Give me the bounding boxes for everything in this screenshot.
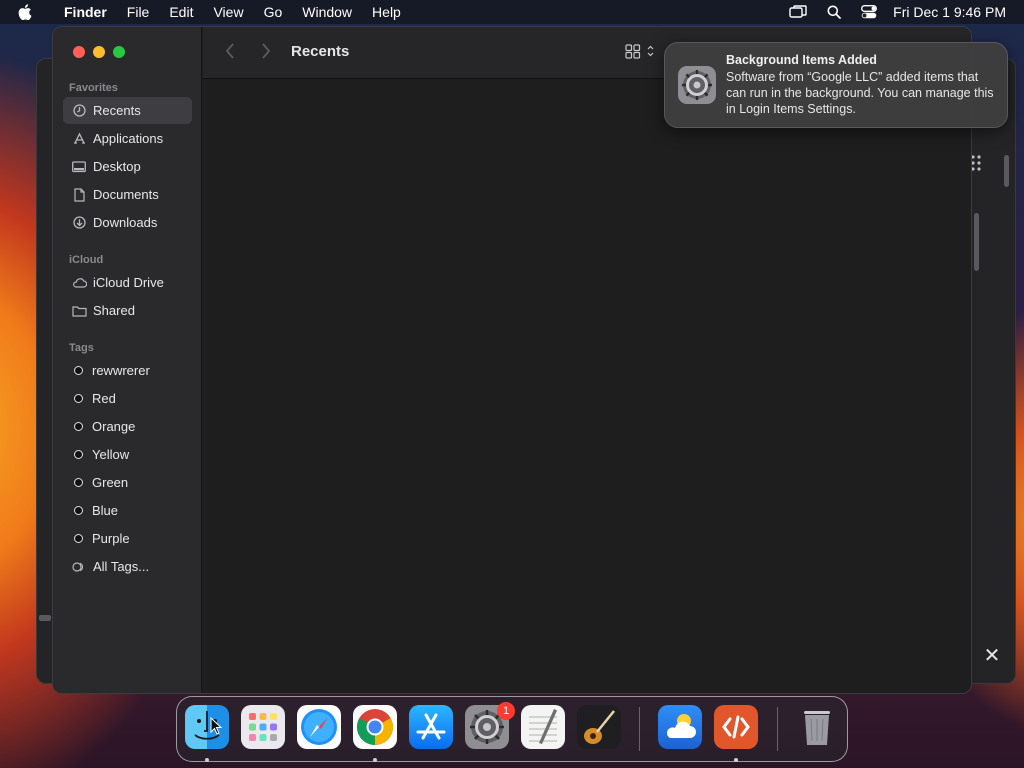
- sidebar-item-shared[interactable]: Shared: [63, 297, 192, 324]
- icloud-header: iCloud: [69, 254, 104, 266]
- remote-desktop-icon[interactable]: [714, 705, 758, 749]
- menu-window[interactable]: Window: [292, 0, 362, 24]
- notification-title: Background Items Added: [726, 53, 877, 67]
- window-edge-handle: [39, 615, 51, 621]
- sidebar-item-label: Blue: [92, 503, 119, 518]
- tag-dot-icon: [74, 366, 83, 375]
- sidebar-item-applications[interactable]: Applications: [63, 125, 192, 152]
- sidebar-item-recents[interactable]: Recents: [63, 97, 192, 124]
- close-window-button[interactable]: [73, 46, 85, 58]
- forward-chevron-icon[interactable]: [261, 42, 271, 65]
- close-icon[interactable]: ✕: [981, 645, 1003, 667]
- menu-help[interactable]: Help: [362, 0, 411, 24]
- desktop-icon: [71, 159, 87, 175]
- spotlight-search-icon[interactable]: [827, 5, 842, 19]
- sidebar-item-label: All Tags...: [93, 559, 150, 574]
- sidebar-item-label: Documents: [93, 187, 159, 202]
- cloud-icon: [71, 275, 87, 291]
- running-indicator: [734, 758, 738, 762]
- shared-folder-icon: [71, 303, 87, 319]
- menu-bar: Finder File Edit View Go Window Help Fri…: [0, 0, 1024, 24]
- finder-icon[interactable]: [185, 705, 229, 749]
- tag-dot-icon: [74, 534, 83, 543]
- tag-dot-icon: [74, 478, 83, 487]
- sidebar-item-desktop[interactable]: Desktop: [63, 153, 192, 180]
- panel-scrollbar-thumb[interactable]: [974, 213, 979, 271]
- dock-separator: [639, 707, 640, 751]
- chrome-icon[interactable]: [353, 705, 397, 749]
- safari-icon[interactable]: [297, 705, 341, 749]
- side-panel: [971, 207, 985, 607]
- tag-dot-icon: [74, 422, 83, 431]
- menu-app-name[interactable]: Finder: [54, 0, 117, 24]
- menu-clock[interactable]: Fri Dec 1 9:46 PM: [893, 4, 1006, 20]
- applications-icon: [71, 131, 87, 147]
- guitar-icon[interactable]: [577, 705, 621, 749]
- sidebar-item-label: Applications: [93, 131, 164, 146]
- sidebar-tag-red[interactable]: Red: [63, 385, 192, 412]
- sidebar-tag-blue[interactable]: Blue: [63, 497, 192, 524]
- sidebar-item-label: iCloud Drive: [93, 275, 164, 290]
- sidebar-item-downloads[interactable]: Downloads: [63, 209, 192, 236]
- sidebar-item-icloud-drive[interactable]: iCloud Drive: [63, 269, 192, 296]
- sidebar-tag-all-tags[interactable]: All Tags...: [63, 553, 192, 580]
- dock: 1: [176, 696, 848, 762]
- weather-icon[interactable]: [658, 705, 702, 749]
- back-chevron-icon[interactable]: [225, 42, 235, 65]
- window-controls: [73, 46, 133, 58]
- sidebar-tag-yellow[interactable]: Yellow: [63, 441, 192, 468]
- favorites-header: Favorites: [69, 82, 118, 94]
- sidebar-item-documents[interactable]: Documents: [63, 181, 192, 208]
- download-icon: [71, 215, 87, 231]
- menu-file[interactable]: File: [117, 0, 160, 24]
- screen-mirroring-icon[interactable]: [789, 5, 807, 19]
- document-icon: [71, 187, 87, 203]
- tag-dot-icon: [74, 506, 83, 515]
- sidebar-item-label: Green: [92, 475, 129, 490]
- view-mode-grid-icon[interactable]: [625, 43, 655, 59]
- sidebar-item-label: Desktop: [93, 159, 141, 174]
- sidebar-item-label: Red: [92, 391, 116, 406]
- textedit-icon[interactable]: [521, 705, 565, 749]
- sidebar-item-label: Purple: [92, 531, 130, 546]
- notification-badge: 1: [497, 702, 515, 720]
- sidebar-item-label: Yellow: [92, 447, 130, 462]
- launchpad-icon[interactable]: [241, 705, 285, 749]
- minimize-window-button[interactable]: [93, 46, 105, 58]
- settings-gear-icon: [677, 65, 717, 105]
- trash-icon[interactable]: [795, 705, 839, 749]
- sidebar-item-label: Shared: [93, 303, 135, 318]
- sidebar-item-label: Recents: [93, 103, 141, 118]
- all-tags-icon: [71, 559, 87, 575]
- tags-header: Tags: [69, 342, 94, 354]
- notification-banner[interactable]: Background Items Added Software from “Go…: [664, 42, 1008, 128]
- finder-sidebar: Favorites Recents Applications Desktop D…: [53, 27, 202, 693]
- menu-edit[interactable]: Edit: [159, 0, 203, 24]
- zoom-window-button[interactable]: [113, 46, 125, 58]
- running-indicator: [373, 758, 377, 762]
- clock-icon: [71, 103, 87, 119]
- sidebar-tag-orange[interactable]: Orange: [63, 413, 192, 440]
- sidebar-item-label: Orange: [92, 419, 136, 434]
- finder-content-area[interactable]: [203, 80, 971, 693]
- sidebar-item-label: Downloads: [93, 215, 158, 230]
- tag-dot-icon: [74, 394, 83, 403]
- dock-separator: [777, 707, 778, 751]
- notification-body: Software from “Google LLC” added items t…: [726, 70, 994, 116]
- mouse-pointer-icon: [210, 716, 223, 740]
- sidebar-tag-rewwrerer[interactable]: rewwrerer: [63, 357, 192, 384]
- sidebar-tag-green[interactable]: Green: [63, 469, 192, 496]
- window-title: Recents: [291, 43, 350, 60]
- menu-view[interactable]: View: [203, 0, 253, 24]
- app-store-icon[interactable]: [409, 705, 453, 749]
- control-center-icon[interactable]: [861, 5, 878, 19]
- grid-dots-icon[interactable]: [971, 155, 981, 176]
- sidebar-tag-purple[interactable]: Purple: [63, 525, 192, 552]
- menu-go[interactable]: Go: [254, 0, 293, 24]
- running-indicator: [205, 758, 209, 762]
- sidebar-item-label: rewwrerer: [92, 363, 150, 378]
- scrollbar-thumb[interactable]: [1004, 155, 1009, 187]
- apple-menu-icon[interactable]: [18, 4, 40, 20]
- tag-dot-icon: [74, 450, 83, 459]
